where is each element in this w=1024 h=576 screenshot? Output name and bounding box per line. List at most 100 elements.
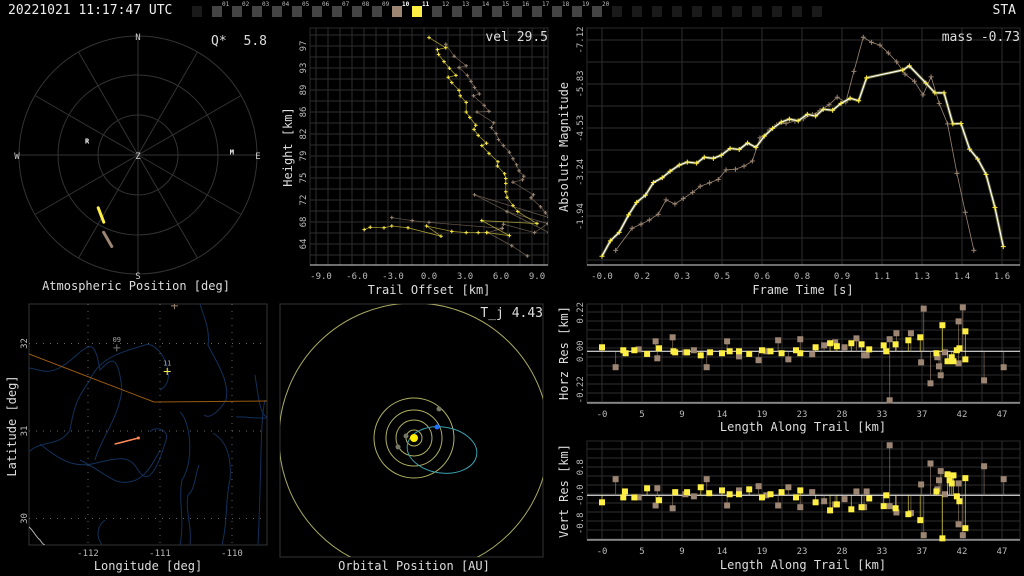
residual-point [746, 486, 753, 493]
residual-point [797, 350, 804, 357]
residual-point [866, 495, 873, 502]
plot-frame [309, 27, 549, 266]
residual-point [656, 497, 663, 504]
q-star-value: 5.8 [244, 34, 267, 49]
x-tick-label: 5 [639, 547, 644, 557]
x-tick-label: 23 [797, 547, 808, 557]
x-tick-label: -110 [221, 549, 243, 559]
vertical-residual-plot: -0 5 9 14 19 23 28 33 37 42 47 0.8 -0.0 -0.8 Length A… [557, 440, 1021, 572]
residual-point [718, 487, 725, 494]
data-point [511, 157, 515, 161]
residual-point [755, 483, 762, 490]
data-point [390, 224, 394, 228]
x-tick-label: 47 [997, 547, 1008, 557]
series-line-halo [600, 64, 1005, 257]
y-tick-label: 82 [299, 129, 309, 140]
residual-point [944, 471, 951, 478]
residual-point [893, 330, 900, 337]
x-tick-label: 28 [837, 547, 848, 557]
y-tick-label: -0.8 [576, 512, 586, 534]
residual-point [956, 345, 963, 352]
y-tick-label: -0.0 [576, 484, 586, 506]
residual-point [892, 505, 899, 512]
compass-east: E [255, 152, 260, 162]
compass-west: W [14, 152, 20, 162]
data-point [362, 227, 366, 232]
data-point [962, 209, 968, 215]
residual-point [907, 330, 914, 337]
residual-point [950, 472, 957, 479]
residual-point [644, 485, 651, 492]
y-tick-label: 0.8 [576, 459, 586, 475]
residual-point [809, 489, 816, 496]
polar-spoke [34, 154, 139, 215]
residual-point [959, 532, 966, 539]
residual-point [917, 517, 924, 524]
residual-point [955, 318, 962, 325]
residual-point [758, 494, 765, 501]
residual-point [933, 488, 940, 495]
plot-frame [586, 440, 1021, 541]
x-tick-label: 9.0 [529, 272, 545, 282]
residual-point [707, 349, 714, 356]
residual-point [726, 491, 733, 498]
polar-spoke [34, 95, 139, 156]
residual-point [672, 489, 679, 496]
residual-point [697, 352, 704, 359]
residual-point [827, 507, 834, 514]
x-tick-label: 9 [679, 547, 684, 557]
x-tick-label: 19 [757, 410, 768, 420]
residual-point [927, 460, 934, 467]
polar-spoke [137, 51, 198, 156]
residual-point [886, 397, 893, 404]
data-point [707, 180, 713, 186]
residual-point [684, 489, 691, 496]
residual-point [955, 521, 962, 528]
residual-point [920, 305, 927, 312]
polar-spoke [137, 154, 198, 259]
residual-point [858, 504, 865, 511]
series-line [364, 37, 538, 237]
y-tick-label: 79 [299, 151, 309, 162]
residual-point [690, 347, 697, 354]
residual-point [886, 336, 893, 343]
data-point [971, 247, 977, 253]
residual-point [905, 511, 912, 518]
residual-point [736, 491, 743, 498]
series-line [445, 43, 548, 257]
x-tick-label: 0.5 [714, 272, 730, 282]
residual-point [644, 350, 651, 357]
residual-point [755, 357, 762, 364]
data-point [511, 180, 515, 184]
residual-point [937, 372, 944, 379]
residual-point [599, 344, 605, 351]
residual-point [841, 344, 848, 351]
x-tick-label: -0 [597, 410, 608, 420]
data-point [464, 230, 468, 235]
residual-point [652, 502, 659, 509]
y-tick-label: 0.00 [576, 340, 586, 362]
y-tick-label: -3.24 [576, 159, 586, 186]
velocity-readout: vel 29.5 [485, 30, 548, 45]
x-tick-label: -111 [149, 549, 171, 559]
planet-mars [436, 406, 442, 412]
data-point [749, 158, 755, 164]
x-tick-label: -0.0 [591, 272, 613, 282]
data-point [504, 181, 508, 186]
x-tick-label: 33 [877, 410, 888, 420]
atmospheric-title: Atmospheric Position [deg] [42, 279, 230, 293]
residual-point [775, 337, 782, 344]
residual-point [758, 347, 765, 354]
residual-point [827, 340, 834, 347]
y-tick-label: 75 [299, 173, 309, 184]
height-plot: -9.0 -6.0 -3.0 0.0 3.0 6.0 9.0 97 93 89 86 82 79 75 72… [281, 27, 549, 297]
residual-point [918, 359, 925, 366]
x-tick-label: 0.2 [634, 272, 650, 282]
data-point [869, 39, 875, 45]
data-point [390, 215, 394, 220]
residual-point [927, 380, 934, 387]
zenith-label: Z [135, 152, 141, 162]
y-tick-label: -7.12 [576, 26, 586, 53]
residual-point [962, 356, 969, 363]
residual-point [962, 525, 969, 532]
